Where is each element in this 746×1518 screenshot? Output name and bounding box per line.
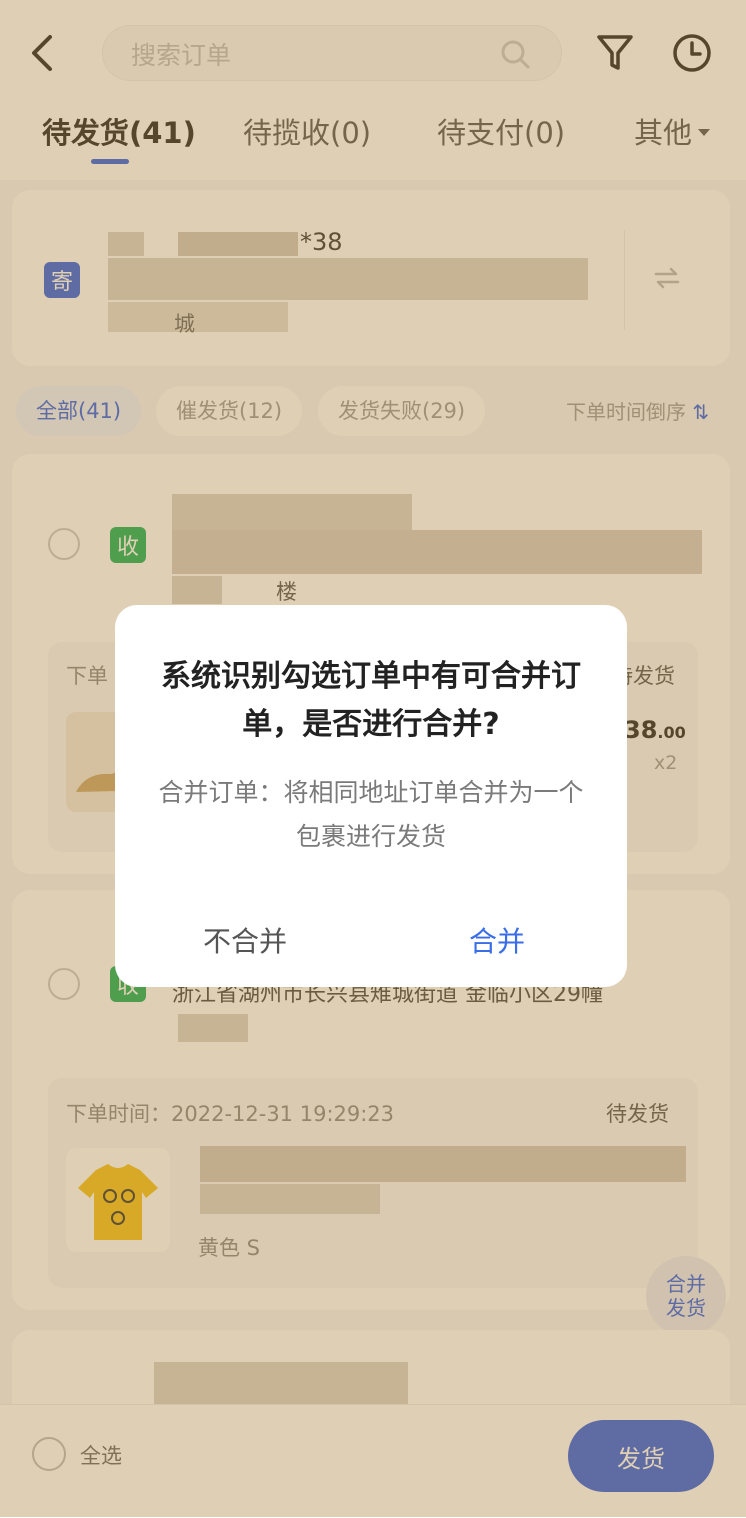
dialog-body: 合并订单：将相同地址订单合并为一个包裹进行发货: [158, 778, 584, 851]
dialog-title: 系统识别勾选订单中有可合并订单，是否进行合并?: [161, 659, 581, 742]
merge-button[interactable]: 合并: [427, 911, 567, 971]
dont-merge-button[interactable]: 不合并: [175, 911, 315, 971]
merge-dialog: 系统识别勾选订单中有可合并订单，是否进行合并? 合并订单：将相同地址订单合并为一…: [115, 605, 627, 987]
